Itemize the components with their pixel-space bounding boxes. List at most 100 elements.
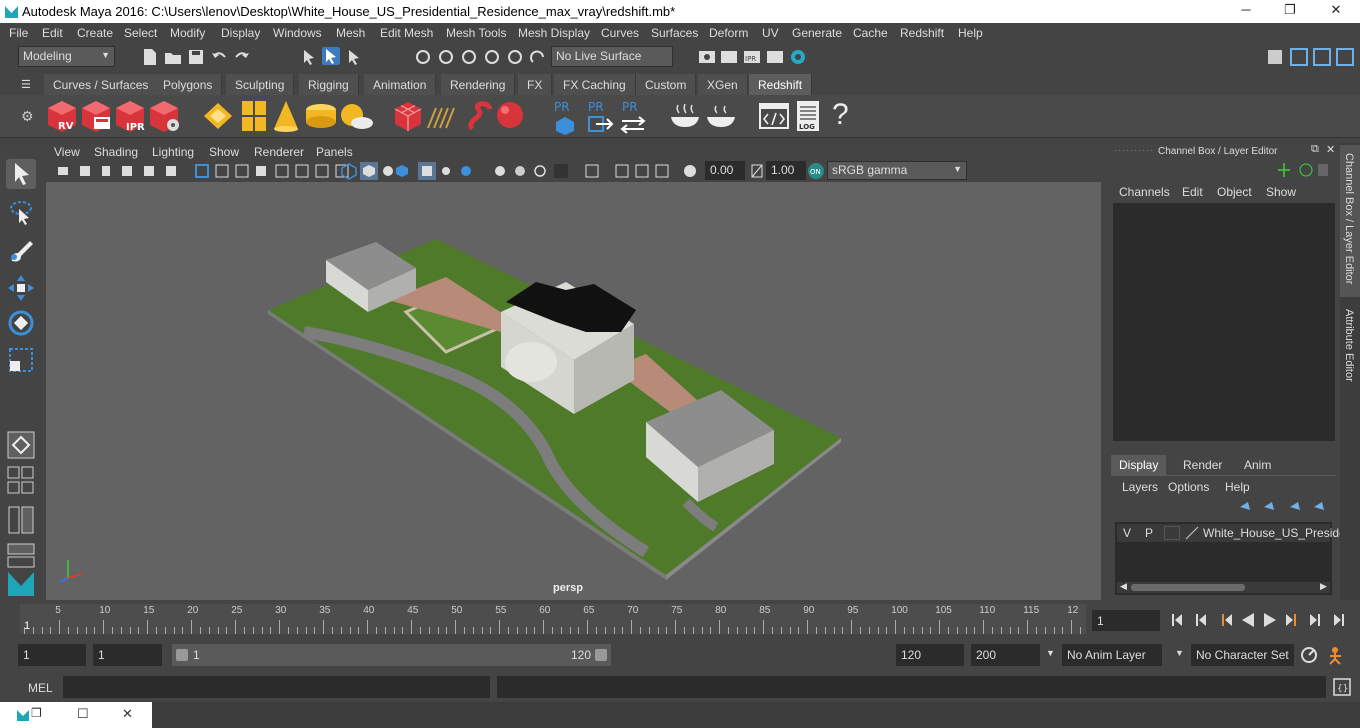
move-tool-icon[interactable] <box>6 273 36 303</box>
menu-redshift[interactable]: Redshift <box>900 26 944 40</box>
viewport-menu-shading[interactable]: Shading <box>94 145 138 159</box>
menu-edit-mesh[interactable]: Edit Mesh <box>380 26 433 40</box>
live-surface-field[interactable]: No Live Surface <box>551 46 673 67</box>
menu-surfaces[interactable]: Surfaces <box>651 26 698 40</box>
select-component-icon[interactable] <box>345 48 363 66</box>
channel-box-menu-show[interactable]: Show <box>1266 185 1296 199</box>
side-tab-channel-box[interactable]: Channel Box / Layer Editor <box>1340 145 1360 297</box>
step-forward-key-icon[interactable] <box>1310 614 1320 626</box>
menu-help[interactable]: Help <box>958 26 983 40</box>
redshift-pr-export-icon[interactable]: PR <box>586 97 614 135</box>
current-frame-field[interactable]: 1 <box>1092 610 1160 631</box>
tab-sculpting[interactable]: Sculpting <box>226 74 295 95</box>
channel-box-tools-icon[interactable] <box>1276 161 1330 179</box>
color-management-icon[interactable]: ON <box>807 162 825 180</box>
layer-scroll-thumb[interactable] <box>1131 584 1245 591</box>
command-language-label[interactable]: MEL <box>28 681 53 695</box>
viewport-canvas[interactable]: persp <box>46 182 1101 600</box>
tab-fx[interactable]: FX <box>518 74 553 95</box>
redshift-sun-sky-icon[interactable] <box>338 101 374 131</box>
step-forward-frame-icon[interactable] <box>1286 614 1296 626</box>
redshift-volume-icon[interactable] <box>424 100 460 132</box>
layer-color-icon[interactable] <box>1185 526 1199 540</box>
menu-display[interactable]: Display <box>221 26 260 40</box>
redshift-material-icon[interactable] <box>495 99 527 133</box>
render-view-icon[interactable] <box>766 48 784 66</box>
layer-tab-render[interactable]: Render <box>1175 455 1230 475</box>
menu-mesh-display[interactable]: Mesh Display <box>518 26 590 40</box>
menu-windows[interactable]: Windows <box>273 26 322 40</box>
tab-fx-caching[interactable]: FX Caching <box>554 74 636 95</box>
step-back-frame-icon[interactable] <box>1222 614 1232 626</box>
persp-graph-layout-icon[interactable] <box>6 540 36 570</box>
animation-preferences-icon[interactable] <box>1327 645 1351 665</box>
minimized-window[interactable]: ❐ ☐ ✕ <box>0 702 152 728</box>
layer-row[interactable]: V P White_House_US_Preside <box>1117 524 1346 542</box>
close-panel-icon[interactable]: ✕ <box>1326 143 1335 156</box>
menu-cache[interactable]: Cache <box>853 26 888 40</box>
channel-box-list[interactable] <box>1113 203 1335 441</box>
tab-xgen[interactable]: XGen <box>698 74 748 95</box>
anim-layer-field[interactable]: No Anim Layer <box>1062 644 1162 666</box>
ipr-render-icon[interactable]: IPR <box>743 48 761 66</box>
redshift-area-light-icon[interactable] <box>240 99 268 133</box>
snap-curve-icon[interactable] <box>437 48 455 66</box>
layer-scrollbar[interactable]: ◀ ▶ <box>1117 581 1330 593</box>
scroll-left-icon[interactable]: ◀ <box>1120 581 1127 592</box>
gamma-field[interactable]: 1.00 <box>766 161 806 180</box>
tab-redshift[interactable]: Redshift <box>749 74 813 95</box>
menu-edit[interactable]: Edit <box>42 26 63 40</box>
select-tool-icon[interactable] <box>6 159 36 189</box>
auto-key-icon[interactable] <box>1299 645 1321 665</box>
menu-mesh[interactable]: Mesh <box>336 26 365 40</box>
play-forward-icon[interactable] <box>1264 613 1276 627</box>
tab-rigging[interactable]: Rigging <box>299 74 359 95</box>
redshift-script-editor-icon[interactable] <box>758 101 790 131</box>
menu-file[interactable]: File <box>9 26 28 40</box>
layer-menu-options[interactable]: Options <box>1168 480 1209 494</box>
redshift-bake-set-icon[interactable] <box>704 101 738 131</box>
viewport-menu-panels[interactable]: Panels <box>316 145 353 159</box>
maya-home-icon[interactable] <box>6 568 36 598</box>
layer-tab-anim[interactable]: Anim <box>1236 455 1279 475</box>
select-object-icon[interactable] <box>322 47 340 65</box>
new-scene-icon[interactable] <box>141 48 159 66</box>
tab-polygons[interactable]: Polygons <box>154 74 223 95</box>
chevron-down-icon[interactable]: ▼ <box>1175 648 1184 658</box>
snap-view-icon[interactable] <box>483 48 501 66</box>
outliner-layout-icon[interactable] <box>6 505 36 535</box>
playback-end-field[interactable]: 120 <box>896 644 964 666</box>
layer-display-type[interactable] <box>1164 526 1180 540</box>
paint-select-tool-icon[interactable] <box>6 235 36 265</box>
lasso-tool-icon[interactable] <box>6 197 36 227</box>
range-start-handle[interactable] <box>176 649 188 661</box>
four-view-layout-icon[interactable] <box>6 465 36 499</box>
viewport-menu-view[interactable]: View <box>54 145 80 159</box>
open-scene-icon[interactable] <box>164 48 182 66</box>
layer-visibility-toggle[interactable]: V <box>1123 526 1131 540</box>
minimize-button[interactable]: ─ <box>1236 2 1256 20</box>
redshift-hair-icon[interactable] <box>464 99 496 133</box>
select-hierarchy-icon[interactable] <box>300 48 318 66</box>
render-current-icon[interactable] <box>720 48 738 66</box>
tab-rendering[interactable]: Rendering <box>441 74 516 95</box>
menu-deform[interactable]: Deform <box>709 26 748 40</box>
redo-icon[interactable] <box>233 48 251 66</box>
tab-animation[interactable]: Animation <box>364 74 437 95</box>
hypershade-icon[interactable] <box>789 48 807 66</box>
redshift-log-icon[interactable]: LOG <box>794 99 824 135</box>
menu-create[interactable]: Create <box>77 26 113 40</box>
redshift-portal-light-icon[interactable] <box>304 101 338 131</box>
save-scene-icon[interactable] <box>187 48 205 66</box>
character-set-field[interactable]: No Character Set <box>1191 644 1294 666</box>
redshift-bake-icon[interactable] <box>668 101 702 131</box>
go-to-end-icon[interactable] <box>1334 614 1344 626</box>
redshift-dome-light-icon[interactable] <box>202 101 234 131</box>
layer-menu-help[interactable]: Help <box>1225 480 1250 494</box>
menu-generate[interactable]: Generate <box>792 26 842 40</box>
shelf-menu-icon[interactable]: ☰ <box>21 78 31 91</box>
maximize-window-button[interactable]: ☐ <box>77 706 89 722</box>
redshift-proxy-icon[interactable] <box>393 100 423 132</box>
shading-mode-icon-group[interactable] <box>340 162 490 180</box>
display-options-icon-group[interactable] <box>492 163 732 179</box>
